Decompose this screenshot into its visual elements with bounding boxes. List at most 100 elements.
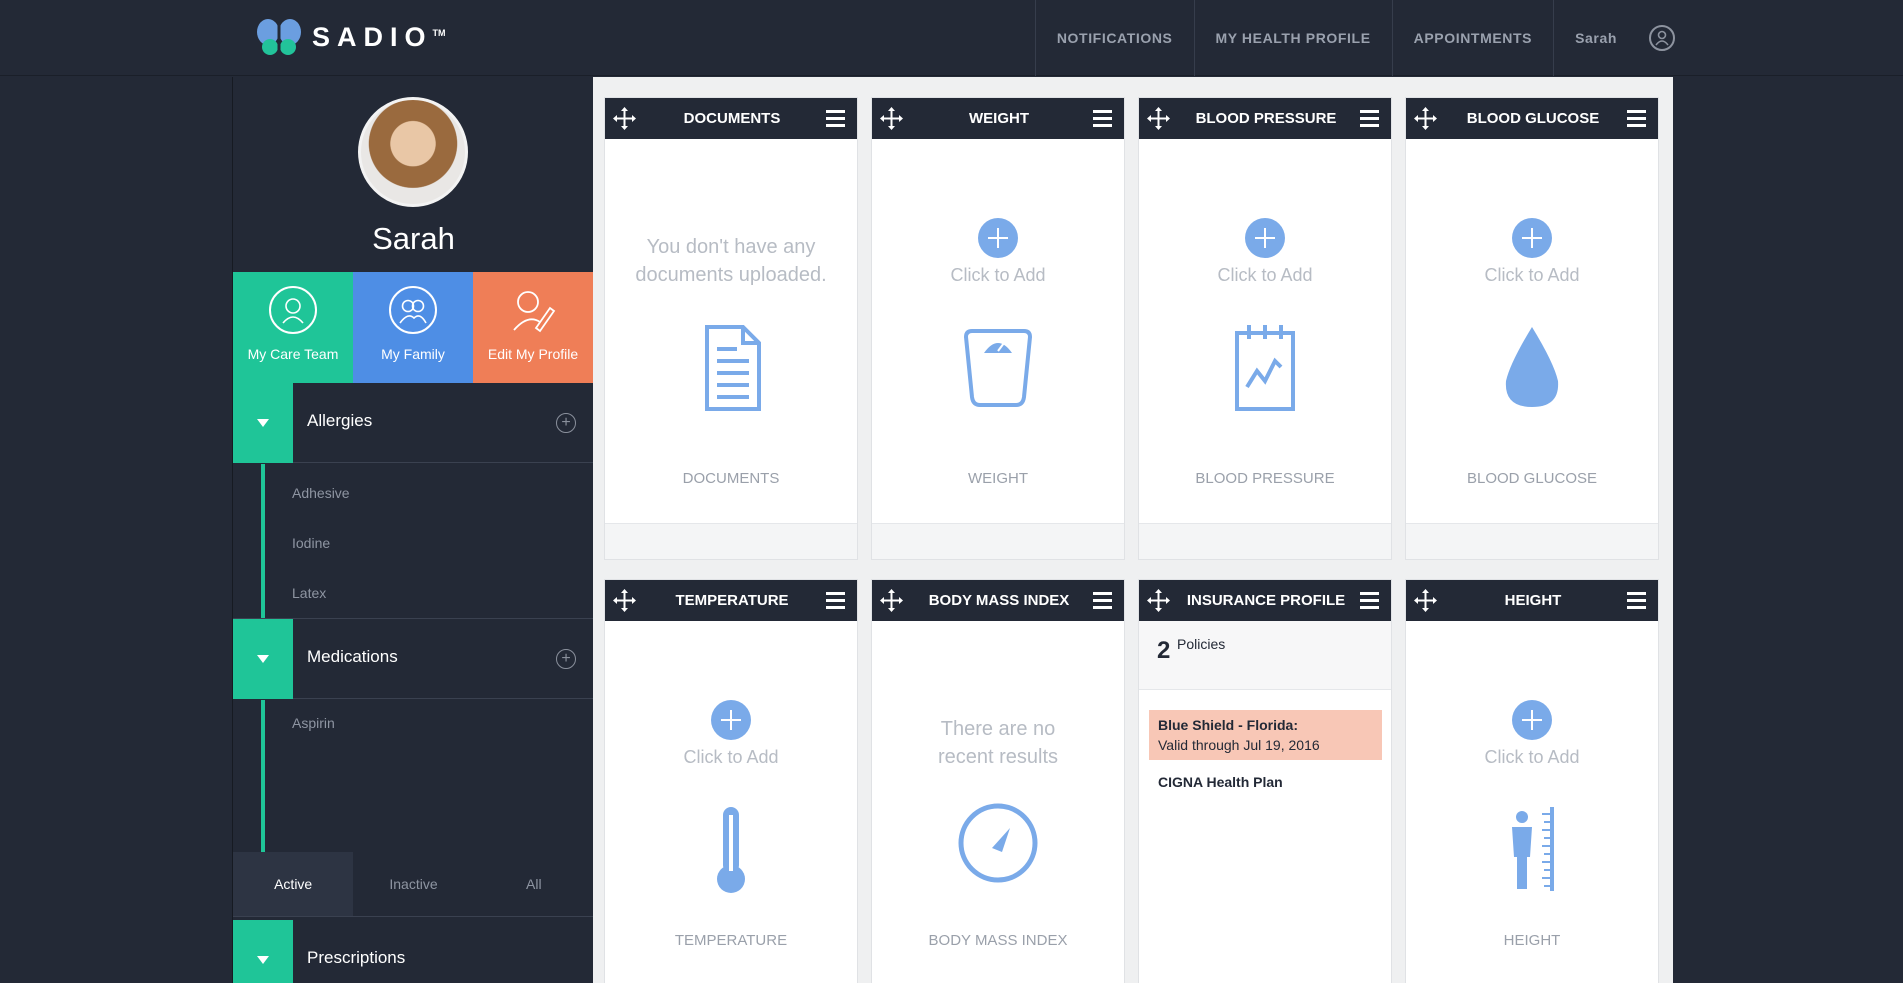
card-header: DOCUMENTS xyxy=(605,98,857,139)
nav-health-profile[interactable]: MY HEALTH PROFILE xyxy=(1193,0,1392,76)
card-label: BODY MASS INDEX xyxy=(928,932,1068,949)
prescriptions-toggle[interactable] xyxy=(233,920,293,983)
edit-my-profile-label: Edit My Profile xyxy=(487,346,579,362)
my-family-label: My Family xyxy=(381,346,445,362)
add-blood-pressure-button[interactable] xyxy=(1245,218,1285,258)
add-blood-glucose-button[interactable] xyxy=(1512,218,1552,258)
my-care-team-button[interactable]: My Care Team xyxy=(233,272,353,383)
click-to-add[interactable]: Click to Add xyxy=(1139,265,1391,286)
logo[interactable]: SADIOTM xyxy=(256,18,446,56)
list-item[interactable]: Iodine xyxy=(292,535,330,551)
document-icon xyxy=(705,325,761,411)
top-bar: SADIOTM NOTIFICATIONS MY HEALTH PROFILE … xyxy=(0,0,1903,76)
blood-glucose-card: BLOOD GLUCOSE Click to Add BLOOD GLUCOSE xyxy=(1405,97,1659,560)
policy-count-label: Policies xyxy=(1177,636,1226,652)
dashboard: DOCUMENTS You don't have any documents u… xyxy=(593,77,1673,983)
medication-filters: Active Inactive All xyxy=(233,852,594,917)
policy-count-number: 2 xyxy=(1157,637,1171,664)
add-temperature-button[interactable] xyxy=(711,700,751,740)
card-footer xyxy=(1406,523,1658,559)
card-footer xyxy=(872,523,1124,559)
add-height-button[interactable] xyxy=(1512,700,1552,740)
card-label: HEIGHT xyxy=(1503,932,1561,949)
click-to-add[interactable]: Click to Add xyxy=(1406,747,1658,768)
card-header: BLOOD GLUCOSE xyxy=(1406,98,1658,139)
card-label: BLOOD PRESSURE xyxy=(1195,470,1335,487)
nav-notifications[interactable]: NOTIFICATIONS xyxy=(1034,0,1194,76)
menu-icon[interactable] xyxy=(1360,592,1379,609)
policy-item-blue-shield[interactable]: Blue Shield - Florida: Valid through Jul… xyxy=(1149,710,1382,760)
add-weight-button[interactable] xyxy=(978,218,1018,258)
prescriptions-title: Prescriptions xyxy=(307,948,406,967)
weight-card: WEIGHT Click to Add WEIGHT xyxy=(871,97,1125,560)
list-item[interactable]: Latex xyxy=(292,585,326,601)
medications-header[interactable]: Medications + xyxy=(233,619,594,699)
prescriptions-header[interactable]: Prescriptions xyxy=(233,920,594,983)
menu-icon[interactable] xyxy=(1093,110,1112,127)
allergies-list: Adhesive Iodine Latex xyxy=(233,464,594,619)
policy-name: Blue Shield - Florida: xyxy=(1158,717,1299,733)
card-title: HEIGHT xyxy=(1504,592,1562,609)
policy-validity: Valid through Jul 19, 2016 xyxy=(1158,737,1320,753)
blood-pressure-card: BLOOD PRESSURE Click to Add BLOOD PRESSU… xyxy=(1138,97,1392,560)
card-title: TEMPERATURE xyxy=(675,592,789,609)
add-allergy-icon[interactable]: + xyxy=(556,413,576,433)
card-label: DOCUMENTS xyxy=(682,470,780,487)
main-nav: NOTIFICATIONS MY HEALTH PROFILE APPOINTM… xyxy=(1034,0,1675,76)
scale-icon xyxy=(963,329,1033,407)
policy-item-cigna[interactable]: CIGNA Health Plan xyxy=(1158,774,1283,790)
card-header: INSURANCE PROFILE xyxy=(1139,580,1391,621)
my-family-button[interactable]: My Family xyxy=(353,272,473,383)
medications-toggle[interactable] xyxy=(233,619,293,699)
family-icon xyxy=(389,286,437,334)
card-title: INSURANCE PROFILE xyxy=(1186,592,1346,609)
nav-user-menu[interactable]: Sarah xyxy=(1553,0,1675,76)
avatar[interactable] xyxy=(358,97,468,207)
nav-appointments[interactable]: APPOINTMENTS xyxy=(1391,0,1553,76)
card-header: BLOOD PRESSURE xyxy=(1139,98,1391,139)
allergies-title: Allergies xyxy=(307,411,373,430)
temperature-card: TEMPERATURE Click to Add TEMPERATURE xyxy=(604,579,858,983)
click-to-add[interactable]: Click to Add xyxy=(605,747,857,768)
body-mass-index-card: BODY MASS INDEX There are no recent resu… xyxy=(871,579,1125,983)
butterfly-icon xyxy=(257,19,301,55)
menu-icon[interactable] xyxy=(1627,592,1646,609)
card-header: BODY MASS INDEX xyxy=(872,580,1124,621)
card-header: WEIGHT xyxy=(872,98,1124,139)
allergies-toggle[interactable] xyxy=(233,383,293,463)
drop-icon xyxy=(1505,327,1559,407)
filter-inactive[interactable]: Inactive xyxy=(353,852,473,916)
card-title: WEIGHT xyxy=(969,110,1029,127)
add-medication-icon[interactable]: + xyxy=(556,649,576,669)
menu-icon[interactable] xyxy=(1360,110,1379,127)
sidebar: Sarah My Care Team My Family Edit My Pro… xyxy=(232,77,594,983)
card-title: BLOOD PRESSURE xyxy=(1195,110,1337,127)
profile-name: Sarah xyxy=(372,221,455,256)
medications-title: Medications xyxy=(307,647,398,666)
edit-my-profile-button[interactable]: Edit My Profile xyxy=(473,272,593,383)
documents-empty-message: You don't have any documents uploaded. xyxy=(635,236,827,286)
allergies-header[interactable]: Allergies + xyxy=(233,383,594,463)
card-title: DOCUMENTS xyxy=(683,110,781,127)
medications-list-bar xyxy=(261,700,265,852)
click-to-add[interactable]: Click to Add xyxy=(872,265,1124,286)
click-to-add[interactable]: Click to Add xyxy=(1406,265,1658,286)
card-header: HEIGHT xyxy=(1406,580,1658,621)
care-team-icon xyxy=(269,286,317,334)
card-footer xyxy=(605,523,857,559)
list-item[interactable]: Aspirin xyxy=(292,715,335,731)
height-ruler-icon xyxy=(1512,807,1554,891)
filter-active[interactable]: Active xyxy=(233,852,354,916)
list-item[interactable]: Adhesive xyxy=(292,485,350,501)
menu-icon[interactable] xyxy=(1627,110,1646,127)
user-icon xyxy=(1649,25,1675,51)
filter-all[interactable]: All xyxy=(474,852,594,916)
menu-icon[interactable] xyxy=(826,110,845,127)
menu-icon[interactable] xyxy=(1093,592,1112,609)
medications-list: Aspirin xyxy=(233,700,594,852)
card-title: BODY MASS INDEX xyxy=(928,592,1070,609)
menu-icon[interactable] xyxy=(826,592,845,609)
bmi-empty-message: There are no recent results xyxy=(937,718,1059,768)
profile-tiles: My Care Team My Family Edit My Profile xyxy=(233,272,594,383)
nav-user-name: Sarah xyxy=(1575,30,1617,46)
